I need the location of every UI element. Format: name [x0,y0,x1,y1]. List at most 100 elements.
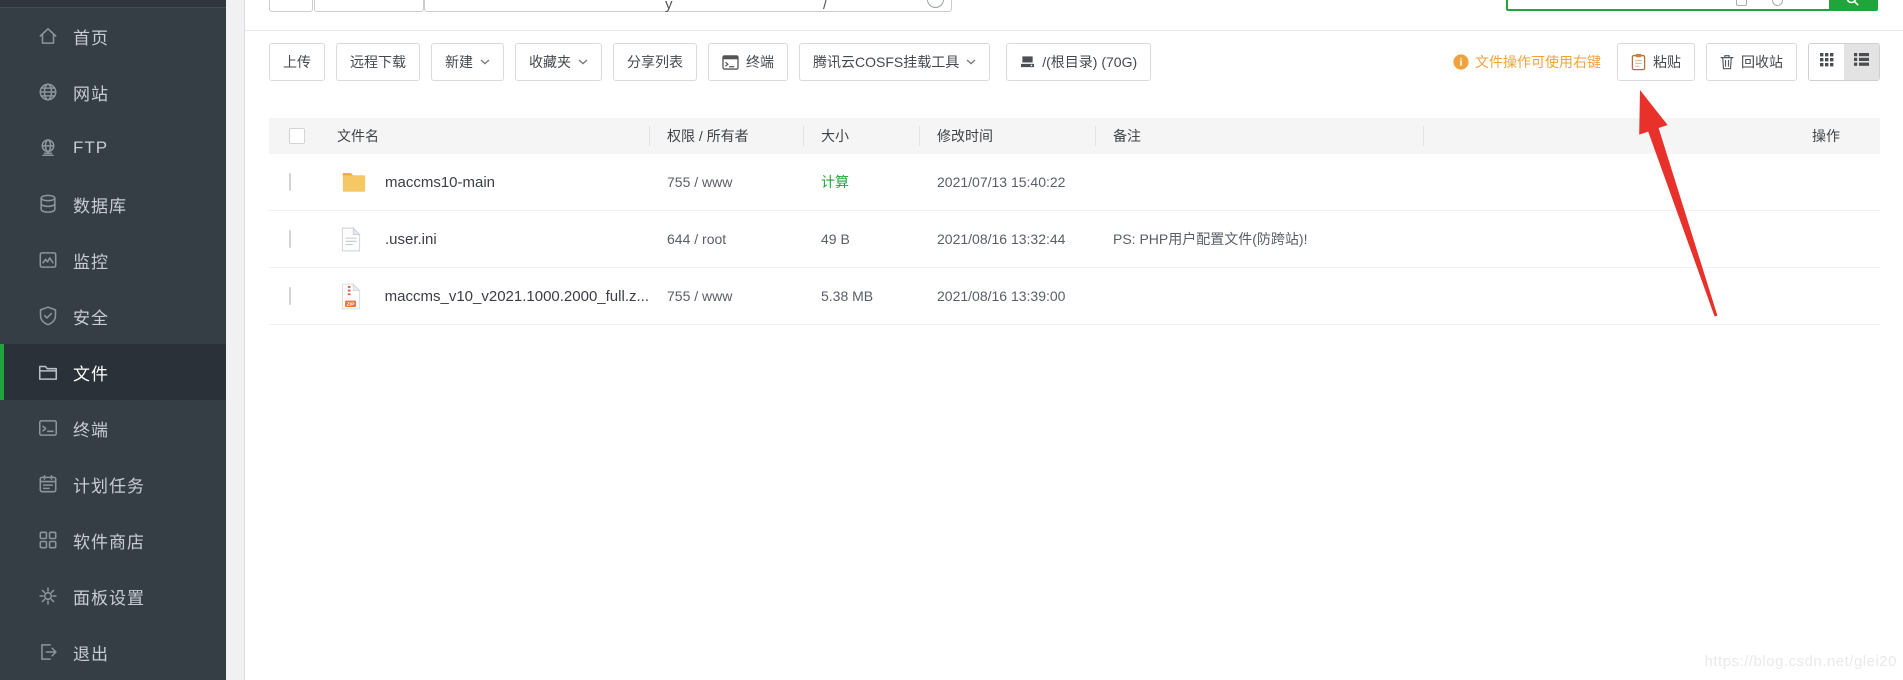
info-circle-icon: i [1453,54,1469,70]
file-mtime: 2021/08/16 13:32:44 [919,231,1095,247]
grid-view-icon [1820,53,1834,72]
col-permission-owner: 权限 / 所有者 [649,118,803,154]
file-permission-owner: 755 / www [649,288,803,304]
chevron-down-icon [966,59,976,65]
sidebar-item-database[interactable]: 数据库 [0,176,226,232]
zip-file-icon: ZIP [341,280,369,312]
clipboard-icon [1631,53,1646,71]
shield-icon [37,305,59,327]
terminal-icon [37,417,59,439]
row-checkbox[interactable] [289,230,291,248]
sidebar-item-cron[interactable]: 计划任务 [0,456,226,512]
sidebar: 首页 网站 FTP 数据库 监控 安全 文件 终端 计划任务 软件商店 面板设置… [0,0,226,680]
toolbar-right: i 文件操作可使用右键 粘贴 回收站 [1453,43,1880,81]
file-name[interactable]: maccms_v10_v2021.1000.2000_full.z... [385,288,649,305]
database-icon [37,193,59,215]
share-list-button[interactable]: 分享列表 [613,43,697,81]
row-checkbox[interactable] [289,287,291,305]
sidebar-item-security[interactable]: 安全 [0,288,226,344]
path-back-button[interactable] [269,0,313,12]
trash-icon [1720,54,1734,70]
search-icon [1845,0,1860,7]
list-view-button[interactable] [1844,44,1879,80]
file-mtime: 2021/07/13 15:40:22 [919,174,1095,190]
chevron-down-icon [578,59,588,65]
sidebar-item-monitor[interactable]: 监控 [0,232,226,288]
file-search-input[interactable] [1506,0,1878,11]
sidebar-item-files[interactable]: 文件 [0,344,226,400]
paste-button[interactable]: 粘贴 [1617,43,1695,81]
file-note: PS: PHP用户配置文件(防跨站)! [1095,229,1423,249]
col-actions: 操作 [1423,118,1880,154]
col-mtime: 修改时间 [919,118,1095,154]
sidebar-item-site[interactable]: 网站 [0,64,226,120]
new-button[interactable]: 新建 [431,43,504,81]
main-content: y / 上传 远程下载 新建 收藏夹 分享列表 终端 腾讯云COSFS挂载工具 … [244,0,1903,680]
doc-file-icon [341,223,369,255]
terminal-button[interactable]: 终端 [708,43,788,81]
path-dropdown-button[interactable] [314,0,424,12]
select-all-checkbox[interactable] [289,128,305,144]
sidebar-item-ftp[interactable]: FTP [0,120,226,176]
recycle-bin-button[interactable]: 回收站 [1706,43,1797,81]
col-filename: 文件名 [313,118,649,154]
logout-icon [37,641,59,663]
folder-icon [37,361,59,383]
ftp-icon [37,137,59,159]
calc-size-link[interactable]: 计算 [803,172,919,192]
file-permission-owner: 644 / root [649,231,803,247]
file-permission-owner: 755 / www [649,174,803,190]
favorites-button[interactable]: 收藏夹 [515,43,602,81]
file-size: 49 B [803,231,919,247]
disk-icon [1020,55,1035,69]
row-checkbox[interactable] [289,173,291,191]
table-row: .user.ini 644 / root 49 B 2021/08/16 13:… [269,211,1880,268]
search-button[interactable] [1829,0,1876,9]
calendar-icon [37,473,59,495]
file-mtime: 2021/08/16 13:39:00 [919,288,1095,304]
cosfs-tool-button[interactable]: 腾讯云COSFS挂载工具 [799,43,990,81]
file-name[interactable]: maccms10-main [385,174,495,191]
path-input-text: y [665,0,673,13]
right-click-tip: i 文件操作可使用右键 [1453,52,1601,72]
store-icon [37,529,59,551]
remote-download-button[interactable]: 远程下载 [336,43,420,81]
sidebar-item-appstore[interactable]: 软件商店 [0,512,226,568]
sidebar-item-settings[interactable]: 面板设置 [0,568,226,624]
view-toggle [1808,43,1880,81]
monitor-icon [37,249,59,271]
chevron-down-icon [480,59,490,65]
table-row: ZIP maccms_v10_v2021.1000.2000_full.z...… [269,268,1880,325]
svg-text:ZIP: ZIP [347,301,355,307]
svg-text:i: i [1460,58,1463,69]
topbar-divider [245,30,1903,31]
table-row: maccms10-main 755 / www 计算 2021/07/13 15… [269,154,1880,211]
toolbar: 上传 远程下载 新建 收藏夹 分享列表 终端 腾讯云COSFS挂载工具 /(根目… [269,42,1880,82]
sidebar-item-logout[interactable]: 退出 [0,624,226,680]
list-view-icon [1854,53,1869,71]
terminal-window-icon [722,55,739,70]
path-slash-text: / [823,0,827,13]
upload-button[interactable]: 上传 [269,43,325,81]
sidebar-item-terminal[interactable]: 终端 [0,400,226,456]
gear-icon [37,585,59,607]
sidebar-gap [226,0,244,680]
table-header: 文件名 权限 / 所有者 大小 修改时间 备注 操作 [269,118,1880,154]
file-table: 文件名 权限 / 所有者 大小 修改时间 备注 操作 maccms10-main… [269,118,1880,325]
col-size: 大小 [803,118,919,154]
sidebar-item-home[interactable]: 首页 [0,8,226,64]
file-size: 5.38 MB [803,288,919,304]
grid-view-button[interactable] [1809,44,1844,80]
disk-root-button[interactable]: /(根目录) (70G) [1006,43,1151,81]
home-icon [37,25,59,47]
folder-file-icon [341,166,369,198]
path-input[interactable]: y / [424,0,952,12]
search-history-icon[interactable] [1736,0,1747,6]
file-name[interactable]: .user.ini [385,231,437,248]
bt-panel-file-manager: 首页 网站 FTP 数据库 监控 安全 文件 终端 计划任务 软件商店 面板设置… [0,0,1903,680]
col-note: 备注 [1095,118,1423,154]
watermark: https://blog.csdn.net/glei20 [1705,653,1897,670]
sidebar-top-strip [0,0,226,8]
search-option-icon[interactable] [1772,0,1783,6]
globe-icon [37,81,59,103]
